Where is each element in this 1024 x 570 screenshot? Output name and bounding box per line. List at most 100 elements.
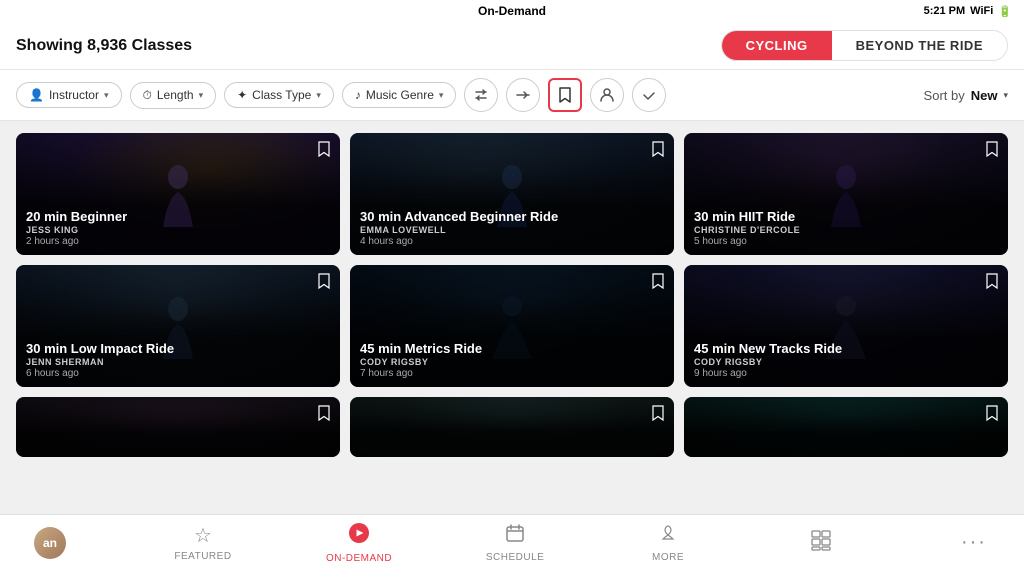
card-title: 45 min Metrics Ride (360, 341, 664, 356)
filter-swap-btn[interactable] (464, 78, 498, 112)
on-demand-icon (348, 522, 370, 550)
class-card[interactable] (16, 397, 340, 457)
filter-bar: 👤 Instructor ▾ ⏱ Length ▾ ✦ Class Type ▾… (0, 70, 1024, 121)
class-card[interactable]: 30 min Low Impact Ride JENN SHERMAN 6 ho… (16, 265, 340, 387)
main-content: 20 min Beginner JESS KING 2 hours ago 30… (0, 121, 1024, 469)
music-icon: ♪ (355, 88, 361, 102)
chevron-down-icon: ▾ (104, 90, 109, 101)
card-title: 30 min HIIT Ride (694, 209, 998, 224)
filter-arrows-btn[interactable] (506, 78, 540, 112)
status-bar: On-Demand 5:21 PM WiFi 🔋 (0, 0, 1024, 22)
status-time-value: 5:21 PM (924, 5, 966, 17)
card-title: 30 min Advanced Beginner Ride (360, 209, 664, 224)
card-info: 20 min Beginner JESS KING 2 hours ago (16, 201, 340, 255)
class-card[interactable]: 30 min Advanced Beginner Ride EMMA LOVEW… (350, 133, 674, 255)
filter-bookmark-btn[interactable] (548, 78, 582, 112)
filter-class-type-label: Class Type (252, 88, 311, 102)
card-instructor: CHRISTINE D'ERCOLE (694, 225, 998, 235)
nav-more[interactable]: MORE (638, 523, 698, 563)
class-grid: 20 min Beginner JESS KING 2 hours ago 30… (16, 133, 1008, 457)
card-instructor: CODY RIGSBY (694, 357, 998, 367)
card-info: 45 min New Tracks Ride CODY RIGSBY 9 hou… (684, 333, 1008, 387)
bookmark-icon[interactable] (318, 273, 330, 294)
instructor-icon: 👤 (29, 88, 44, 102)
check-icon (641, 87, 657, 103)
person-icon (599, 87, 615, 103)
battery-icon: 🔋 (998, 5, 1012, 18)
bookmark-icon[interactable] (652, 273, 664, 294)
chevron-down-icon: ▾ (439, 90, 444, 101)
filter-music-label: Music Genre (366, 88, 434, 102)
featured-icon: ☆ (194, 523, 212, 548)
card-info: 30 min HIIT Ride CHRISTINE D'ERCOLE 5 ho… (684, 201, 1008, 255)
class-card[interactable]: 45 min Metrics Ride CODY RIGSBY 7 hours … (350, 265, 674, 387)
nav-more-label: MORE (652, 552, 684, 563)
bookmark-icon[interactable] (652, 405, 664, 426)
schedule-icon (505, 523, 525, 549)
swap-icon (473, 87, 489, 103)
chevron-down-icon: ▾ (316, 90, 321, 101)
filter-person-btn[interactable] (590, 78, 624, 112)
sort-value[interactable]: New (971, 88, 998, 103)
nav-grid-view[interactable] (791, 529, 851, 556)
grid-view-icon (810, 529, 832, 556)
filter-instructor[interactable]: 👤 Instructor ▾ (16, 82, 122, 108)
card-title: 30 min Low Impact Ride (26, 341, 330, 356)
nav-profile[interactable]: an (20, 527, 80, 559)
bookmark-icon[interactable] (986, 141, 998, 162)
card-instructor: CODY RIGSBY (360, 357, 664, 367)
bookmark-icon[interactable] (318, 141, 330, 162)
class-card[interactable]: 45 min New Tracks Ride CODY RIGSBY 9 hou… (684, 265, 1008, 387)
filter-music-genre[interactable]: ♪ Music Genre ▾ (342, 82, 457, 108)
bookmark-icon[interactable] (986, 273, 998, 294)
chevron-down-icon: ▾ (199, 90, 204, 101)
wifi-icon: WiFi (970, 5, 993, 17)
card-info: 45 min Metrics Ride CODY RIGSBY 7 hours … (350, 333, 674, 387)
nav-featured[interactable]: ☆ FEATURED (173, 523, 233, 562)
tab-beyond-the-ride[interactable]: BEYOND THE RIDE (832, 31, 1007, 60)
nav-on-demand[interactable]: ON-DEMAND (326, 522, 392, 564)
sort-label: Sort by (924, 88, 965, 103)
avatar: an (34, 527, 66, 559)
status-icons: 5:21 PM WiFi 🔋 (924, 5, 1012, 18)
bookmark-icon[interactable] (986, 405, 998, 426)
class-card[interactable]: 20 min Beginner JESS KING 2 hours ago (16, 133, 340, 255)
card-time: 4 hours ago (360, 236, 664, 247)
nav-featured-label: FEATURED (174, 551, 231, 562)
bottom-nav: an ☆ FEATURED ON-DEMAND SCHEDULE (0, 514, 1024, 570)
class-type-icon: ✦ (237, 88, 247, 102)
card-instructor: JESS KING (26, 225, 330, 235)
card-time: 7 hours ago (360, 368, 664, 379)
card-time: 9 hours ago (694, 368, 998, 379)
card-title: 20 min Beginner (26, 209, 330, 224)
card-instructor: JENN SHERMAN (26, 357, 330, 367)
card-time: 2 hours ago (26, 236, 330, 247)
filter-check-btn[interactable] (632, 78, 666, 112)
tab-cycling[interactable]: CYCLING (722, 31, 832, 60)
card-info: 30 min Low Impact Ride JENN SHERMAN 6 ho… (16, 333, 340, 387)
class-card[interactable]: 30 min HIIT Ride CHRISTINE D'ERCOLE 5 ho… (684, 133, 1008, 255)
status-time: On-Demand (478, 4, 546, 18)
bookmark-icon (558, 86, 572, 104)
card-instructor: EMMA LOVEWELL (360, 225, 664, 235)
class-card[interactable] (684, 397, 1008, 457)
bookmark-icon[interactable] (652, 141, 664, 162)
header: Showing 8,936 Classes CYCLING BEYOND THE… (0, 22, 1024, 70)
card-time: 6 hours ago (26, 368, 330, 379)
nav-schedule[interactable]: SCHEDULE (485, 523, 545, 563)
arrows-icon (515, 87, 531, 103)
filter-class-type[interactable]: ✦ Class Type ▾ (224, 82, 334, 108)
sort-chevron-icon: ▾ (1003, 90, 1008, 101)
nav-schedule-label: SCHEDULE (486, 552, 544, 563)
nav-overflow[interactable]: ··· (944, 531, 1004, 554)
filter-length-label: Length (157, 88, 194, 102)
card-info: 30 min Advanced Beginner Ride EMMA LOVEW… (350, 201, 674, 255)
length-icon: ⏱ (143, 88, 152, 103)
bookmark-icon[interactable] (318, 405, 330, 426)
class-card[interactable] (350, 397, 674, 457)
nav-on-demand-label: ON-DEMAND (326, 553, 392, 564)
filter-instructor-label: Instructor (49, 88, 99, 102)
tab-group: CYCLING BEYOND THE RIDE (721, 30, 1008, 61)
showing-count: Showing 8,936 Classes (16, 37, 192, 55)
filter-length[interactable]: ⏱ Length ▾ (130, 82, 217, 109)
